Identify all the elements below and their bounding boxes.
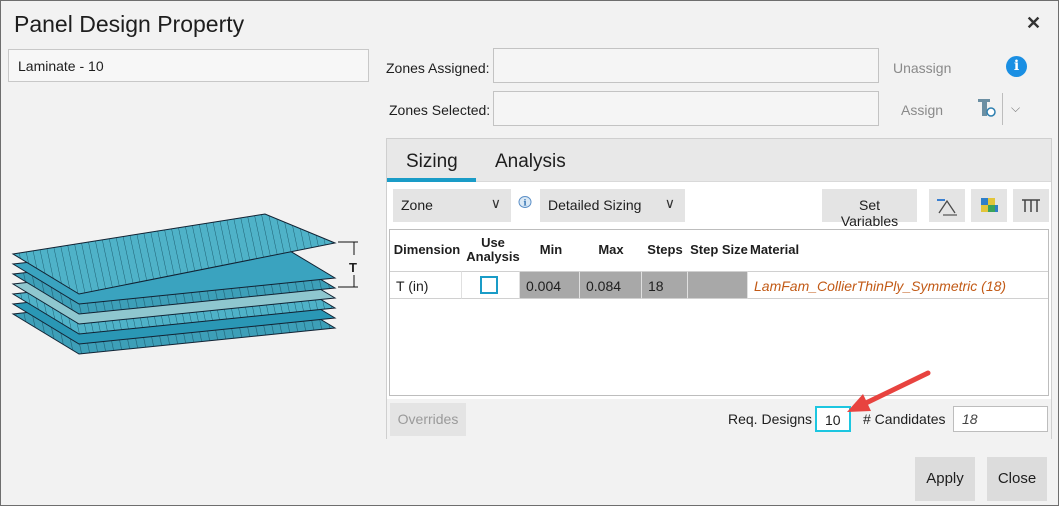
panel-footer: Overrides Req. Designs 10 # Candidates 1… <box>387 399 1051 439</box>
cell-step-size[interactable] <box>688 271 748 299</box>
candidates-input[interactable]: 18 <box>953 406 1048 432</box>
zones-selected-field[interactable] <box>493 91 879 126</box>
close-icon[interactable]: ✕ <box>1026 13 1041 34</box>
req-designs-label: Req. Designs <box>728 411 813 427</box>
sizing-table: Dimension Use Analysis Min Max Steps Ste… <box>389 229 1049 396</box>
set-variables-button[interactable]: Set Variables <box>822 189 917 229</box>
svg-text:i: i <box>524 198 527 208</box>
active-tab-indicator <box>387 178 476 182</box>
chevron-down-icon: ∨ <box>664 195 675 211</box>
dialog-title: Panel Design Property <box>14 11 245 37</box>
thickness-label: T <box>349 260 357 275</box>
cell-min[interactable]: 0.004 <box>520 271 580 299</box>
apply-button[interactable]: Apply <box>915 457 975 501</box>
zone-dropdown[interactable]: Zone ∨ <box>393 189 511 222</box>
zones-assigned-field[interactable] <box>493 48 879 83</box>
tab-bar: Sizing Analysis <box>387 139 1051 182</box>
zones-assigned-label: Zones Assigned: <box>386 60 490 76</box>
columns-icon[interactable] <box>1013 189 1049 222</box>
chevron-down-icon[interactable]: ⌵ <box>1011 101 1020 116</box>
panel-design-dialog: Panel Design Property ✕ Laminate - 10 T … <box>0 0 1059 506</box>
chevron-down-icon: ∨ <box>490 195 501 211</box>
col-header-step-size: Step Size <box>690 242 748 257</box>
col-header-steps: Steps <box>647 242 683 257</box>
cell-steps[interactable]: 18 <box>642 271 688 299</box>
design-name-field[interactable]: Laminate - 10 <box>8 49 369 82</box>
split-divider <box>1002 93 1003 125</box>
overrides-button[interactable]: Overrides <box>390 403 466 436</box>
cell-use-analysis <box>462 271 520 299</box>
cell-dimension: T (in) <box>390 271 462 299</box>
tab-sizing[interactable]: Sizing <box>406 151 458 173</box>
unassign-button[interactable]: Unassign <box>893 60 951 76</box>
laminate-stack-illustration <box>11 213 337 355</box>
variable-tool-icon[interactable] <box>929 189 965 222</box>
zones-selected-label: Zones Selected: <box>389 102 491 118</box>
col-header-min: Min <box>539 242 563 257</box>
col-header-dimension: Dimension <box>393 242 461 257</box>
cell-material[interactable]: LamFam_CollierThinPly_Symmetric (18) <box>748 271 1048 299</box>
zone-dropdown-value: Zone <box>401 197 433 213</box>
sizing-panel: Sizing Analysis Zone ∨ i Detailed Sizing… <box>386 138 1052 439</box>
assign-button[interactable]: Assign <box>901 102 943 118</box>
candidates-label: # Candidates <box>863 411 946 427</box>
info-small-icon[interactable]: i <box>517 195 533 211</box>
col-header-use-analysis: Use Analysis <box>466 235 520 264</box>
zone-picker-icon[interactable] <box>976 97 998 119</box>
cell-max[interactable]: 0.084 <box>580 271 642 299</box>
sizing-mode-dropdown[interactable]: Detailed Sizing ∨ <box>540 189 685 222</box>
col-header-max: Max <box>598 242 624 257</box>
info-icon[interactable]: i <box>1006 56 1027 77</box>
sizing-mode-value: Detailed Sizing <box>548 197 642 213</box>
col-header-material: Material <box>750 242 800 257</box>
close-button[interactable]: Close <box>987 457 1047 501</box>
grid-color-icon[interactable] <box>971 189 1007 222</box>
tab-analysis[interactable]: Analysis <box>495 151 566 173</box>
use-analysis-checkbox[interactable] <box>480 276 498 294</box>
req-designs-input[interactable]: 10 <box>815 406 851 432</box>
